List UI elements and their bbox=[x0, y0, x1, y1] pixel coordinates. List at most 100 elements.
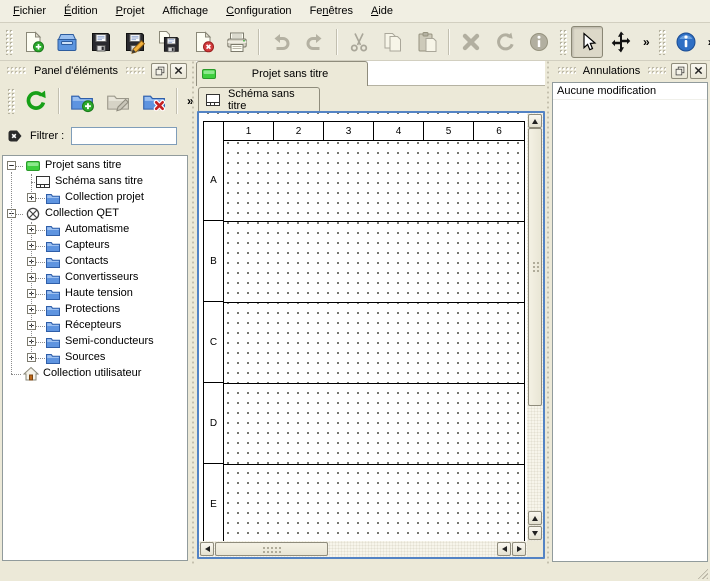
size-grip[interactable] bbox=[695, 566, 708, 579]
scroll-left-button[interactable] bbox=[200, 542, 214, 556]
open-document-button[interactable] bbox=[51, 26, 83, 58]
undo-panel-titlebar[interactable]: Annulations bbox=[551, 61, 710, 80]
cut-button[interactable] bbox=[343, 26, 375, 58]
menu-fenetres[interactable]: Fenêtres bbox=[301, 2, 362, 20]
scroll-left-button-2[interactable] bbox=[497, 542, 511, 556]
elements-tree: Projet sans titreSchéma sans titreCollec… bbox=[2, 155, 188, 561]
scroll-right-button[interactable] bbox=[512, 542, 526, 556]
horizontal-scrollbar[interactable] bbox=[199, 541, 527, 557]
row-header: B bbox=[204, 221, 223, 302]
menu-affichage[interactable]: Affichage bbox=[153, 2, 217, 20]
float-panel-button[interactable] bbox=[151, 63, 168, 79]
toolbar-overflow-button[interactable]: » bbox=[638, 35, 655, 49]
close-document-button[interactable] bbox=[187, 26, 219, 58]
reload-collections-button[interactable] bbox=[20, 85, 52, 117]
tree-guide bbox=[36, 294, 45, 295]
menu-configuration[interactable]: Configuration bbox=[217, 2, 300, 20]
vertical-scrollbar-thumb[interactable] bbox=[528, 128, 542, 406]
new-document-button[interactable] bbox=[17, 26, 49, 58]
rotate-button[interactable] bbox=[489, 26, 521, 58]
clear-filter-button[interactable] bbox=[7, 128, 23, 144]
tree-guide bbox=[11, 374, 21, 375]
scroll-up-button-2[interactable] bbox=[528, 511, 542, 525]
tab-project-label: Projet sans titre bbox=[217, 68, 363, 80]
close-panel-button[interactable] bbox=[690, 63, 707, 79]
elements-panel: Panel d'éléments » Filtrer : Projet sans… bbox=[0, 61, 190, 564]
undo-icon bbox=[269, 30, 293, 54]
home-icon bbox=[23, 366, 39, 382]
row-header: D bbox=[204, 383, 223, 464]
tab-project[interactable]: Projet sans titre bbox=[196, 61, 368, 86]
tree-guide bbox=[31, 182, 35, 183]
elements-panel-titlebar[interactable]: Panel d'éléments bbox=[0, 61, 190, 80]
horizontal-scrollbar-thumb[interactable] bbox=[215, 542, 328, 556]
toolbar-handle[interactable] bbox=[7, 88, 15, 114]
collapse-icon[interactable] bbox=[7, 161, 16, 170]
tree-item[interactable]: Collection QET bbox=[3, 206, 187, 222]
toolbar-handle[interactable] bbox=[5, 29, 13, 55]
title-block-frame: 123456 ABCDE bbox=[203, 121, 525, 541]
project-icon bbox=[201, 66, 217, 82]
cut-icon bbox=[347, 30, 371, 54]
tree-item-label: Capteurs bbox=[65, 239, 110, 251]
toolbar-separator bbox=[336, 29, 338, 55]
toolbar-overflow-button[interactable]: » bbox=[703, 35, 710, 49]
toolbar-handle[interactable] bbox=[559, 29, 567, 55]
tree-item-label: Haute tension bbox=[65, 287, 133, 299]
about-qet-icon bbox=[674, 30, 698, 54]
tree-guide bbox=[36, 230, 45, 231]
tree-guide bbox=[36, 342, 45, 343]
folder-icon bbox=[45, 334, 61, 350]
delete-category-button[interactable] bbox=[138, 85, 170, 117]
float-panel-button[interactable] bbox=[671, 63, 688, 79]
diagram-canvas[interactable]: 123456 ABCDE bbox=[199, 113, 527, 541]
scroll-up-button[interactable] bbox=[528, 114, 542, 128]
schema-tab-bar: Schéma sans titre bbox=[196, 86, 545, 111]
menu-aide[interactable]: Aide bbox=[362, 2, 402, 20]
arrow-up-icon bbox=[532, 119, 538, 124]
vertical-scrollbar[interactable] bbox=[527, 113, 543, 541]
filter-input[interactable] bbox=[71, 127, 177, 145]
menu-edition[interactable]: Édition bbox=[55, 2, 107, 20]
about-qet-button[interactable] bbox=[670, 26, 702, 58]
toolbar-handle[interactable] bbox=[658, 29, 666, 55]
toolbar-separator bbox=[448, 29, 450, 55]
new-category-button[interactable] bbox=[66, 85, 98, 117]
edit-category-button[interactable] bbox=[102, 85, 134, 117]
tree-item[interactable]: Projet sans titre bbox=[3, 158, 187, 174]
move-tool-icon bbox=[609, 30, 633, 54]
properties-button[interactable] bbox=[523, 26, 555, 58]
undo-list-item[interactable]: Aucune modification bbox=[553, 83, 707, 100]
redo-button[interactable] bbox=[299, 26, 331, 58]
scroll-down-button[interactable] bbox=[528, 526, 542, 540]
move-tool-button[interactable] bbox=[605, 26, 637, 58]
tab-schema[interactable]: Schéma sans titre bbox=[198, 87, 320, 111]
new-document-icon bbox=[21, 30, 45, 54]
close-panel-button[interactable] bbox=[170, 63, 187, 79]
project-icon bbox=[25, 158, 41, 174]
toolbar-group-collections: » bbox=[4, 80, 199, 122]
tree-guide bbox=[11, 172, 12, 374]
clear-filter-icon bbox=[7, 128, 23, 144]
tree-item[interactable]: Collection utilisateur bbox=[3, 366, 187, 382]
select-tool-icon bbox=[575, 30, 599, 54]
undo-button[interactable] bbox=[265, 26, 297, 58]
save-button[interactable] bbox=[85, 26, 117, 58]
select-tool-button[interactable] bbox=[571, 26, 603, 58]
copy-button[interactable] bbox=[377, 26, 409, 58]
delete-button[interactable] bbox=[455, 26, 487, 58]
menu-fichier[interactable]: Fichier bbox=[4, 2, 55, 20]
new-category-icon bbox=[69, 88, 95, 114]
save-all-button[interactable] bbox=[153, 26, 185, 58]
filter-label: Filtrer : bbox=[30, 130, 64, 142]
menu-projet[interactable]: Projet bbox=[107, 2, 154, 20]
print-button[interactable] bbox=[221, 26, 253, 58]
save-as-button[interactable] bbox=[119, 26, 151, 58]
qet-icon bbox=[25, 206, 41, 222]
paste-button[interactable] bbox=[411, 26, 443, 58]
tree-item-label: Collection utilisateur bbox=[43, 367, 141, 379]
tree-guide bbox=[36, 278, 45, 279]
toolbar-separator bbox=[258, 29, 260, 55]
status-bar bbox=[0, 564, 710, 581]
thumb-grip bbox=[262, 546, 281, 553]
